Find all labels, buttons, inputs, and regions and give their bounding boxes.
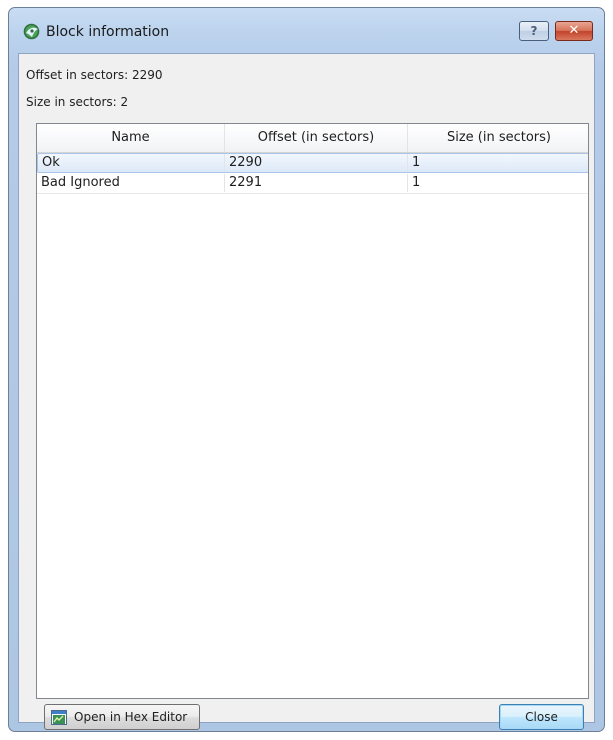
column-header-offset[interactable]: Offset (in sectors) xyxy=(225,124,408,152)
column-header-name[interactable]: Name xyxy=(37,124,225,152)
window-title: Block information xyxy=(46,24,170,40)
window-close-button[interactable]: ✕ xyxy=(555,21,593,41)
dialog-content: Offset in sectors: 2290 Size in sectors:… xyxy=(18,53,595,730)
title-bar[interactable]: Block information ? ✕ xyxy=(9,8,604,53)
offset-info: Offset in sectors: 2290 xyxy=(26,68,163,82)
cell-offset: 2291 xyxy=(225,174,408,192)
cell-offset: 2290 xyxy=(225,154,408,172)
hex-editor-icon xyxy=(51,710,67,725)
help-button[interactable]: ? xyxy=(519,21,549,41)
cell-size: 1 xyxy=(412,155,421,170)
column-header-size[interactable]: Size (in sectors) xyxy=(408,124,588,152)
table-row[interactable]: Bad Ignored 2291 1 xyxy=(37,174,588,194)
app-logo-icon xyxy=(23,23,40,40)
cell-name: Ok xyxy=(38,154,225,172)
cell-size: 1 xyxy=(412,175,421,190)
open-hex-editor-button[interactable]: Open in Hex Editor xyxy=(44,704,200,730)
dialog-window: Block information ? ✕ Offset in sectors:… xyxy=(8,7,605,732)
cell-name: Bad Ignored xyxy=(37,174,225,192)
size-info: Size in sectors: 2 xyxy=(26,95,129,109)
close-button[interactable]: Close xyxy=(499,704,584,730)
block-list[interactable]: Name Offset (in sectors) Size (in sector… xyxy=(36,123,589,699)
hex-editor-label: Open in Hex Editor xyxy=(74,710,188,724)
table-row[interactable]: Ok 2290 1 xyxy=(37,153,588,173)
list-header: Name Offset (in sectors) Size (in sector… xyxy=(37,124,588,153)
